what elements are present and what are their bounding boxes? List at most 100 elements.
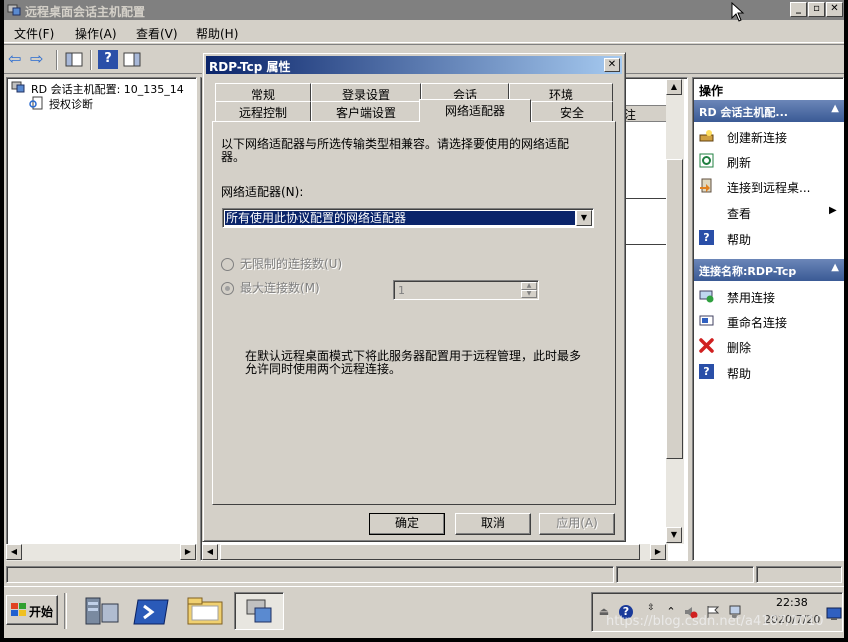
back-icon[interactable]: ⇦ — [8, 50, 28, 69]
tab-logon-settings[interactable]: 登录设置 — [311, 83, 421, 103]
windows-logo-icon — [11, 603, 26, 616]
refresh-icon — [699, 153, 714, 168]
adapter-label: 网络适配器(N): — [221, 185, 304, 199]
help-icon: ? — [699, 230, 714, 245]
adapter-description: 以下网络适配器与所选传输类型相兼容。请选择要使用的网络适配器。 — [221, 137, 570, 164]
mouse-cursor-icon — [731, 2, 745, 22]
actions-section-title: RD 会话主机配... — [699, 106, 788, 119]
action-refresh[interactable]: 刷新 — [699, 151, 839, 173]
action-delete[interactable]: 删除 — [699, 336, 839, 358]
radio-unlimited-label: 无限制的连接数(U) — [240, 257, 343, 271]
server-manager-icon[interactable] — [78, 592, 126, 630]
dropdown-arrow-icon[interactable]: ▼ — [576, 210, 592, 226]
forward-icon[interactable]: ⇨ — [30, 50, 50, 69]
submenu-arrow-icon: ▶ — [829, 205, 837, 216]
status-bar — [4, 564, 844, 585]
scroll-left-arrow-icon[interactable]: ◀ — [6, 544, 22, 560]
minimize-button[interactable]: _ — [790, 2, 807, 17]
action-help[interactable]: ? 帮助 — [699, 228, 839, 250]
scroll-thumb[interactable] — [220, 544, 640, 560]
desktop-screen: 远程桌面会话主机配置 _ ▫ ✕ 文件(F) 操作(A) 查看(V) 帮助(H)… — [4, 0, 844, 638]
action-help-connection[interactable]: ? 帮助 — [699, 362, 839, 384]
tab-security[interactable]: 安全 — [531, 101, 613, 121]
center-vertical-scrollbar[interactable]: ▲ ▼ — [666, 79, 684, 544]
dialog-close-button[interactable]: ✕ — [604, 58, 620, 72]
radio-max-connections[interactable] — [221, 282, 234, 295]
taskbar-separator — [64, 593, 67, 629]
scroll-right-arrow-icon[interactable]: ▶ — [650, 544, 666, 560]
clock-time[interactable]: 22:38 — [776, 596, 808, 609]
collapse-arrow-icon[interactable]: ▲ — [831, 262, 839, 273]
action-view[interactable]: 查看 ▶ — [699, 202, 839, 224]
powershell-icon[interactable] — [128, 592, 176, 630]
tab-remote-control[interactable]: 远程控制 — [215, 101, 311, 121]
main-window-title: 远程桌面会话主机配置 — [25, 5, 146, 19]
show-desktop-icon[interactable] — [826, 607, 842, 621]
help-icon[interactable]: ? — [98, 50, 118, 69]
scroll-up-arrow-icon[interactable]: ▲ — [666, 79, 682, 95]
actions-header: 操作 — [699, 84, 724, 98]
taskbar: 开始 ⏏ ? ⇳ ⌃ 22:38 2020/7/20 — [4, 586, 844, 638]
ok-button[interactable]: 确定 — [369, 513, 445, 535]
maximize-button[interactable]: ▫ — [808, 2, 825, 17]
actions-pane: 操作 RD 会话主机配... ▲ 创建新连接 刷新 连接到远程桌... 查看 ▶… — [692, 77, 844, 561]
main-window-titlebar[interactable]: 远程桌面会话主机配置 _ ▫ ✕ — [4, 0, 844, 20]
spin-down-icon[interactable]: ▼ — [521, 290, 537, 298]
diagnosis-icon — [29, 96, 43, 110]
action-rename-connection[interactable]: 重命名连接 — [699, 311, 839, 333]
tab-client-settings[interactable]: 客户端设置 — [311, 101, 421, 121]
remote-admin-note: 在默认远程桌面模式下将此服务器配置用于远程管理，此时最多允许同时使用两个远程连接… — [245, 349, 582, 376]
toolbar-separator — [90, 50, 92, 70]
menu-file[interactable]: 文件(F) — [14, 25, 54, 42]
radio-max-label: 最大连接数(M) — [240, 281, 320, 295]
start-button[interactable]: 开始 — [6, 595, 58, 625]
tree-node-root-label: RD 会话主机配置: 10_135_14 — [31, 83, 184, 96]
menu-action[interactable]: 操作(A) — [75, 25, 117, 42]
scroll-left-arrow-icon[interactable]: ◀ — [202, 544, 218, 560]
taskbar-rd-config-window[interactable] — [234, 592, 284, 630]
connect-remote-icon — [700, 178, 712, 193]
scroll-down-arrow-icon[interactable]: ▼ — [666, 527, 682, 543]
collapse-arrow-icon[interactable]: ▲ — [831, 103, 839, 114]
rd-session-host-icon — [246, 599, 272, 623]
rdp-tcp-properties-dialog: RDP-Tcp 属性 ✕ 常规 登录设置 会话 环境 远程控制 客户端设置 网络… — [202, 52, 626, 542]
show-hide-action-pane-icon[interactable] — [122, 50, 142, 69]
actions-section-connection[interactable]: 连接名称:RDP-Tcp ▲ — [694, 259, 844, 281]
scroll-right-arrow-icon[interactable]: ▶ — [180, 544, 196, 560]
action-disable-connection[interactable]: 禁用连接 — [699, 286, 839, 308]
toolbar-separator — [56, 50, 58, 70]
network-adapter-dropdown[interactable]: 所有使用此协议配置的网络适配器 ▼ — [222, 208, 594, 228]
action-connect-remote-desktop[interactable]: 连接到远程桌... — [699, 176, 839, 198]
tree-node-licensing-label: 授权诊断 — [49, 98, 93, 111]
rd-session-host-icon — [11, 81, 25, 93]
status-panel — [756, 566, 842, 583]
apply-button[interactable]: 应用(A) — [539, 513, 615, 535]
status-panel — [616, 566, 754, 583]
show-hide-tree-icon[interactable] — [64, 50, 84, 69]
max-connections-spinbox[interactable]: 1 ▲ ▼ — [393, 280, 539, 300]
radio-unlimited-connections[interactable] — [221, 258, 234, 271]
cancel-button[interactable]: 取消 — [455, 513, 531, 535]
menu-help[interactable]: 帮助(H) — [196, 25, 238, 42]
actions-section-title: 连接名称:RDP-Tcp — [699, 265, 797, 278]
dialog-title: RDP-Tcp 属性 — [209, 60, 291, 74]
close-button[interactable]: ✕ — [826, 2, 843, 17]
disable-connection-icon — [699, 290, 714, 303]
tree-horizontal-scrollbar[interactable]: ◀ ▶ — [6, 544, 197, 561]
actions-section-rd-host[interactable]: RD 会话主机配... ▲ — [694, 100, 844, 122]
action-create-connection[interactable]: 创建新连接 — [699, 126, 839, 148]
rename-icon — [699, 315, 714, 326]
dialog-titlebar[interactable]: RDP-Tcp 属性 ✕ — [206, 56, 622, 74]
scroll-thumb[interactable] — [666, 159, 683, 459]
menubar: 文件(F) 操作(A) 查看(V) 帮助(H) — [4, 21, 844, 43]
menu-view[interactable]: 查看(V) — [136, 25, 178, 42]
delete-icon — [699, 338, 714, 353]
max-connections-value: 1 — [398, 284, 405, 297]
tab-general[interactable]: 常规 — [215, 83, 311, 103]
spin-up-icon[interactable]: ▲ — [521, 282, 537, 290]
tab-network-adapter[interactable]: 网络适配器 — [419, 99, 531, 122]
explorer-folder-icon[interactable] — [182, 592, 230, 630]
center-horizontal-scrollbar[interactable]: ◀ ▶ — [202, 544, 668, 561]
rd-session-host-icon — [7, 4, 21, 16]
console-tree: RD 会话主机配置: 10_135_14 授权诊断 — [6, 77, 197, 559]
